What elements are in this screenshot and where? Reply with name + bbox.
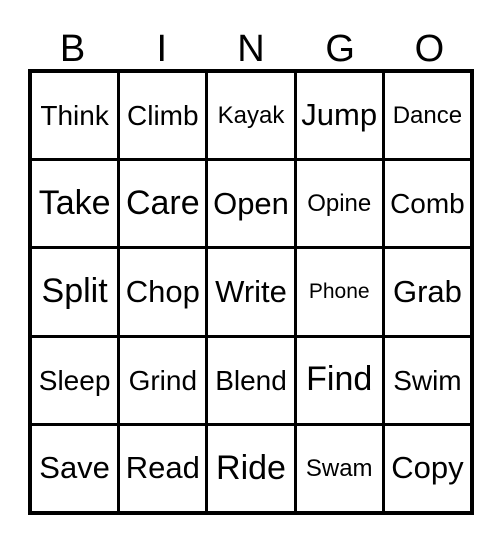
bingo-grid: Think Climb Kayak Jump Dance Take Care O… <box>28 69 474 515</box>
bingo-card: B I N G O Think Climb Kayak Jump Dance T… <box>0 0 502 544</box>
bingo-cell-o3[interactable]: Grab <box>384 249 471 335</box>
bingo-cell-label: Sleep <box>38 364 111 396</box>
bingo-cell-label: Ride <box>216 448 286 487</box>
bingo-cell-label: Jump <box>301 97 378 133</box>
bingo-cell-label: Climb <box>127 99 199 131</box>
bingo-cell-n4[interactable]: Blend <box>208 337 297 423</box>
bingo-cell-i5[interactable]: Read <box>120 425 209 512</box>
bingo-cell-g3[interactable]: Phone <box>296 249 385 335</box>
bingo-cell-n1[interactable]: Kayak <box>208 73 297 159</box>
bingo-cell-label: Chop <box>125 273 200 309</box>
header-letter-g: G <box>325 28 355 70</box>
bingo-cell-label: Kayak <box>217 102 285 129</box>
bingo-cell-o1[interactable]: Dance <box>384 73 471 159</box>
bingo-cell-o4[interactable]: Swim <box>384 337 471 423</box>
bingo-cell-o2[interactable]: Comb <box>384 161 471 247</box>
bingo-cell-g1[interactable]: Jump <box>296 73 385 159</box>
bingo-cell-g5[interactable]: Swam <box>296 425 385 512</box>
bingo-cell-b3[interactable]: Split <box>32 249 121 335</box>
bingo-cell-g2[interactable]: Opine <box>296 161 385 247</box>
bingo-cell-label: Opine <box>307 190 372 218</box>
bingo-row-2: Take Care Open Opine Comb <box>32 161 471 250</box>
bingo-cell-i4[interactable]: Grind <box>120 337 209 423</box>
bingo-cell-label: Phone <box>308 279 370 303</box>
bingo-cell-b2[interactable]: Take <box>32 161 121 247</box>
bingo-cell-label: Take <box>38 183 111 222</box>
bingo-cell-label: Split <box>41 272 108 311</box>
bingo-cell-label: Comb <box>390 188 465 220</box>
bingo-header-row: B I N G O <box>28 18 474 68</box>
bingo-cell-label: Read <box>125 450 200 486</box>
bingo-row-5: Save Read Ride Swam Copy <box>32 425 471 512</box>
bingo-cell-i3[interactable]: Chop <box>120 249 209 335</box>
bingo-cell-b4[interactable]: Sleep <box>32 337 121 423</box>
bingo-cell-label: Swim <box>393 364 462 396</box>
bingo-cell-label: Write <box>215 273 287 309</box>
bingo-cell-n2[interactable]: Open <box>208 161 297 247</box>
bingo-cell-label: Find <box>306 360 373 399</box>
bingo-cell-label: Think <box>40 99 109 131</box>
header-letter-i: I <box>156 28 168 70</box>
bingo-cell-n5[interactable]: Ride <box>208 425 297 512</box>
bingo-cell-i2[interactable]: Care <box>120 161 209 247</box>
header-letter-b: B <box>59 28 86 70</box>
bingo-cell-label: Swam <box>305 454 373 482</box>
bingo-cell-label: Blend <box>215 364 287 396</box>
bingo-cell-o5[interactable]: Copy <box>384 425 471 512</box>
bingo-row-1: Think Climb Kayak Jump Dance <box>32 73 471 162</box>
bingo-cell-label: Dance <box>392 102 463 129</box>
bingo-cell-label: Grab <box>392 273 462 309</box>
bingo-cell-b1[interactable]: Think <box>32 73 121 159</box>
bingo-cell-i1[interactable]: Climb <box>120 73 209 159</box>
bingo-cell-label: Open <box>213 185 289 221</box>
bingo-cell-n3[interactable]: Write <box>208 249 297 335</box>
header-letter-n: N <box>237 28 265 70</box>
bingo-cell-b5[interactable]: Save <box>32 425 121 512</box>
bingo-cell-label: Grind <box>128 364 198 396</box>
bingo-row-4: Sleep Grind Blend Find Swim <box>32 337 471 426</box>
bingo-cell-label: Save <box>39 450 110 486</box>
bingo-row-3: Split Chop Write Phone Grab <box>32 249 471 338</box>
bingo-cell-label: Copy <box>391 450 464 486</box>
header-letter-o: O <box>414 28 445 70</box>
bingo-cell-g4[interactable]: Find <box>296 337 385 423</box>
bingo-cell-label: Care <box>125 183 200 222</box>
